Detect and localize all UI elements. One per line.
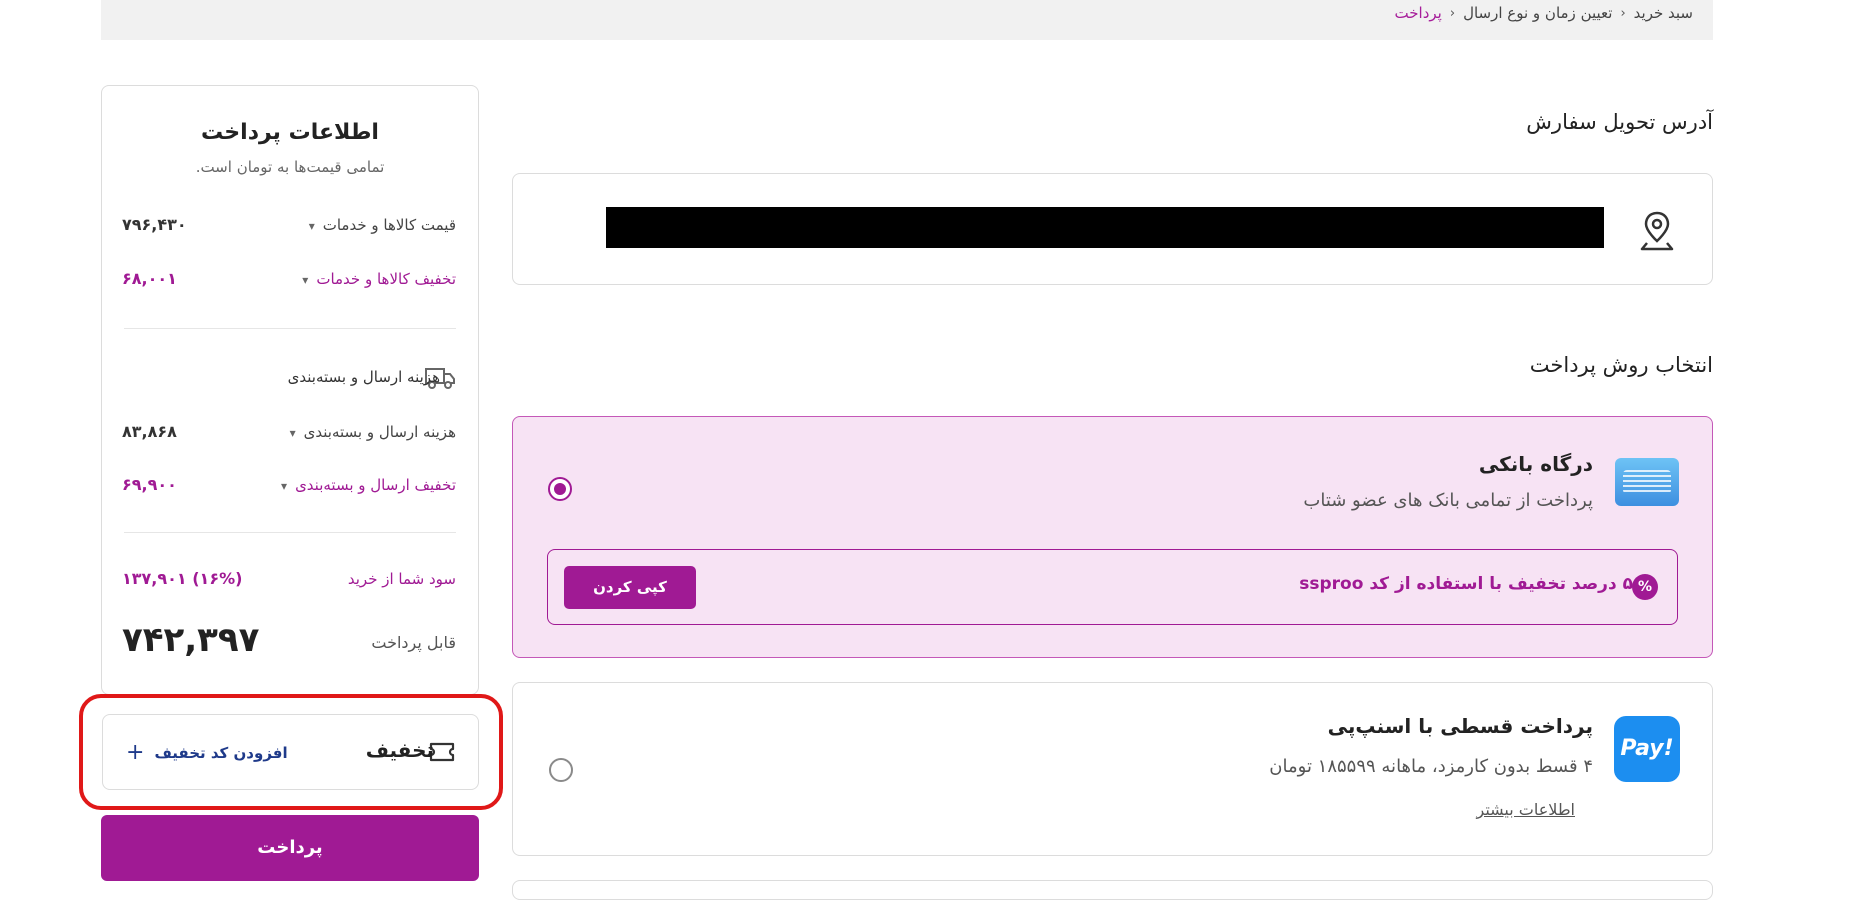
more-info-link[interactable]: اطلاعات بیشتر — [1476, 800, 1575, 819]
items-price-label: قیمت کالاها و خدمات — [322, 216, 456, 234]
breadcrumb-cart[interactable]: سبد خرید — [1634, 4, 1693, 22]
bank-gateway-title: درگاه بانکی — [1478, 452, 1593, 476]
payable-label: قابل پرداخت — [371, 633, 456, 652]
shipping-cost-toggle[interactable]: هزینه ارسال و بسته‌بندی ▾ — [290, 423, 456, 441]
shipping-discount-toggle[interactable]: تخفیف ارسال و بسته‌بندی ▾ — [281, 476, 456, 494]
promo-text: ۵ درصد تخفیف با استفاده از کد ssproo — [1299, 574, 1633, 594]
divider — [124, 328, 456, 329]
summary-title: اطلاعات پرداخت — [201, 120, 379, 145]
pay-button[interactable]: پرداخت — [101, 815, 479, 881]
items-discount-value: ۶۸,۰۰۱ — [122, 269, 177, 288]
breadcrumb: سبد خرید ‹ تعیین زمان و نوع ارسال ‹ پردا… — [1395, 4, 1693, 22]
items-price-value: ۷۹۶,۴۳۰ — [122, 215, 187, 234]
chevron-down-icon: ▾ — [308, 219, 315, 233]
bank-gateway-radio[interactable] — [548, 477, 572, 501]
breadcrumb-shipping[interactable]: تعیین زمان و نوع ارسال — [1463, 4, 1612, 22]
profit-value: ۱۳۷,۹۰۱ (۱۶%) — [122, 569, 243, 588]
shipping-cost-value: ۸۳,۸۶۸ — [122, 422, 177, 441]
items-price-toggle[interactable]: قیمت کالاها و خدمات ▾ — [309, 216, 456, 234]
chevron-left-icon: ‹ — [1620, 5, 1626, 21]
bank-card-icon — [1615, 458, 1679, 506]
snapp-pay-title: پرداخت قسطی با اسنپ‌پی — [1327, 714, 1593, 738]
profit-label: سود شما از خرید — [347, 570, 456, 588]
snapp-pay-radio[interactable] — [549, 758, 573, 782]
shipping-discount-value: ۶۹,۹۰۰ — [122, 475, 177, 494]
chevron-down-icon: ▾ — [289, 426, 296, 440]
breadcrumb-payment: پرداخت — [1394, 4, 1442, 22]
shipping-cost-label: هزینه ارسال و بسته‌بندی — [303, 423, 456, 441]
divider — [124, 532, 456, 533]
snapp-pay-logo: Pay! — [1614, 716, 1680, 782]
shipping-discount-label: تخفیف ارسال و بسته‌بندی — [295, 476, 456, 494]
location-pin-icon — [1640, 211, 1674, 251]
summary-subtitle: تمامی قیمت‌ها به تومان است. — [195, 158, 385, 176]
address-heading: آدرس تحویل سفارش — [1526, 110, 1713, 134]
next-payment-option[interactable] — [512, 880, 1713, 900]
bank-gateway-subtitle: پرداخت از تمامی بانک های عضو شتاب — [1303, 490, 1593, 511]
payment-method-heading: انتخاب روش پرداخت — [1529, 353, 1713, 377]
chevron-left-icon: ‹ — [1449, 5, 1456, 21]
address-text-redacted — [606, 207, 1604, 248]
chevron-down-icon: ▾ — [302, 273, 309, 287]
copy-code-button[interactable]: کپی کردن — [564, 566, 696, 609]
payment-summary-card — [101, 85, 479, 695]
chevron-down-icon: ▾ — [281, 479, 288, 493]
shipping-heading: هزینه ارسال و بسته‌بندی — [287, 368, 440, 386]
payable-value: ۷۴۲,۳۹۷ — [122, 620, 260, 660]
percent-badge-icon: % — [1632, 574, 1658, 600]
snapp-pay-subtitle: ۴ قسط بدون کارمزد، ماهانه ۱۸۵۵۹۹ تومان — [1269, 756, 1593, 777]
items-discount-label: تخفیف کالاها و خدمات — [316, 270, 456, 288]
red-highlight-annotation — [79, 694, 503, 810]
items-discount-toggle[interactable]: تخفیف کالاها و خدمات ▾ — [302, 270, 456, 288]
